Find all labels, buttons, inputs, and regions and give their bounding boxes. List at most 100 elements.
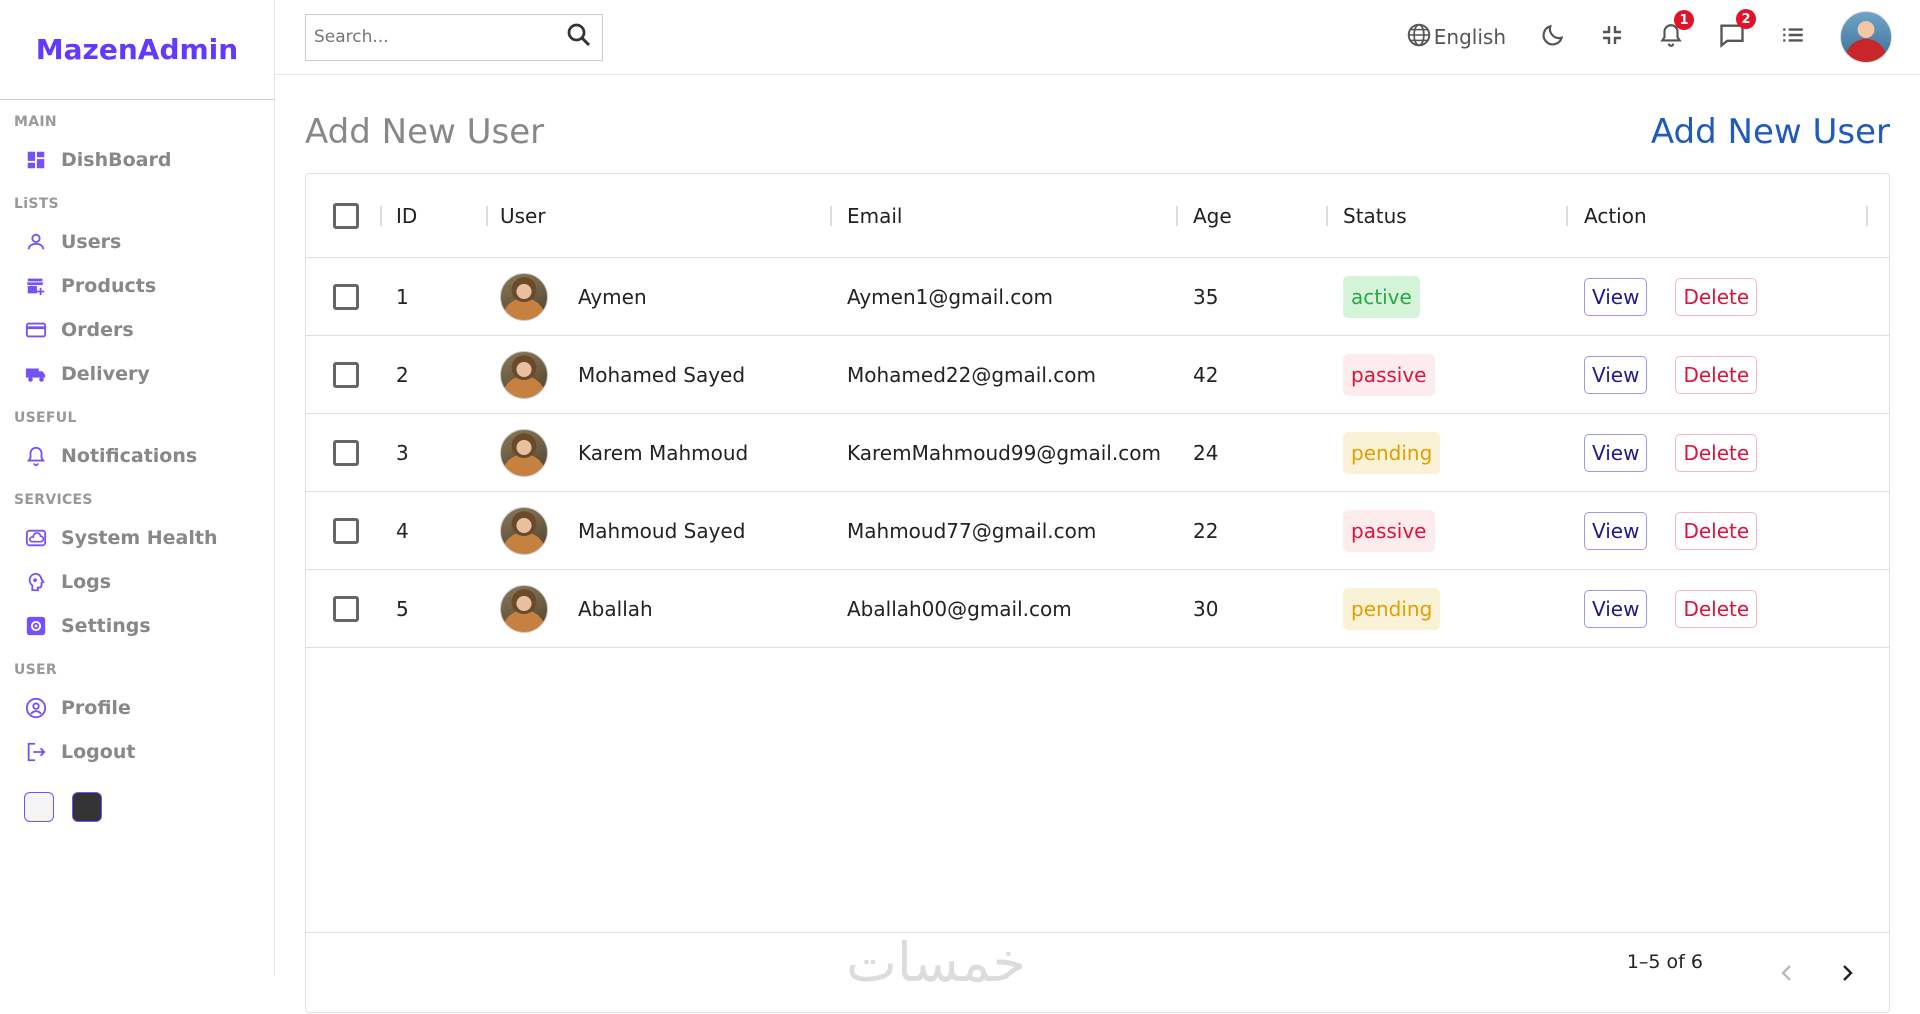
user-name: Mahmoud Sayed <box>578 518 746 543</box>
delete-button[interactable]: Delete <box>1675 511 1758 550</box>
dashboard-icon <box>25 149 47 171</box>
column-separator[interactable] <box>830 206 832 226</box>
add-new-user-link[interactable]: Add New User <box>1651 112 1890 152</box>
view-button[interactable]: View <box>1584 355 1648 394</box>
sidebar-item-label: DishBoard <box>61 149 172 171</box>
watermark: خمسات <box>846 931 1027 994</box>
cell-age: 24 <box>1193 440 1219 465</box>
sidebar-item-label: Products <box>61 275 157 297</box>
cell-action: View Delete <box>1570 355 1870 394</box>
search-box <box>305 13 603 61</box>
cell-user: Karem Mahmoud <box>488 428 834 477</box>
cell-email: Mohamed22@gmail.com <box>847 362 1096 387</box>
column-header-email[interactable]: Email <box>834 204 1180 228</box>
language-label: English <box>1433 25 1506 49</box>
sidebar-section-lists: LiSTS Users Products Orders Delivery <box>0 196 274 396</box>
section-title: SERVICES <box>14 492 93 508</box>
list-menu-button[interactable] <box>1780 22 1806 52</box>
search-icon[interactable] <box>564 20 594 54</box>
language-selector[interactable]: English <box>1406 22 1506 52</box>
view-button[interactable]: View <box>1584 277 1648 316</box>
table-row[interactable]: 5 Aballah Aballah00@gmail.com 30 pending… <box>306 570 1889 648</box>
sidebar-item-settings[interactable]: Settings <box>14 604 274 648</box>
delete-button[interactable]: Delete <box>1675 277 1758 316</box>
column-header-user[interactable]: User <box>488 204 834 228</box>
notifications-button[interactable]: 1 <box>1658 10 1694 52</box>
next-page-button[interactable] <box>1827 953 1867 993</box>
column-separator[interactable] <box>1176 206 1178 226</box>
column-header-status[interactable]: Status <box>1330 204 1570 228</box>
sidebar-item-label: Profile <box>61 697 131 719</box>
column-header-age[interactable]: Age <box>1180 204 1330 228</box>
dark-mode-toggle[interactable] <box>1540 22 1566 52</box>
table-row[interactable]: 4 Mahmoud Sayed Mahmoud77@gmail.com 22 p… <box>306 492 1889 570</box>
moon-icon <box>1540 22 1566 52</box>
status-badge: pending <box>1343 431 1441 474</box>
column-separator[interactable] <box>486 206 488 226</box>
dark-theme-button[interactable] <box>72 792 102 822</box>
row-checkbox[interactable] <box>333 517 359 544</box>
sidebar-item-delivery[interactable]: Delivery <box>14 352 274 396</box>
row-checkbox[interactable] <box>333 439 359 466</box>
logout-icon <box>25 741 47 763</box>
column-separator[interactable] <box>380 206 382 226</box>
sidebar: MazenAdmin MAIN DishBoard LiSTS Users Pr… <box>0 0 275 975</box>
sidebar-item-system-health[interactable]: System Health <box>14 516 274 560</box>
sidebar-item-label: Delivery <box>61 363 150 385</box>
sidebar-item-label: Users <box>61 231 122 253</box>
cell-action: View Delete <box>1570 433 1870 472</box>
column-header-action[interactable]: Action <box>1570 204 1870 228</box>
sidebar-item-users[interactable]: Users <box>14 220 274 264</box>
sidebar-item-profile[interactable]: Profile <box>14 686 274 730</box>
sidebar-item-logout[interactable]: Logout <box>14 730 274 774</box>
sidebar-item-products[interactable]: Products <box>14 264 274 308</box>
light-theme-button[interactable] <box>24 792 54 822</box>
cell-user: Mahmoud Sayed <box>488 506 834 555</box>
previous-page-button[interactable] <box>1767 953 1807 993</box>
column-header-id[interactable]: ID <box>378 204 488 228</box>
delete-button[interactable]: Delete <box>1675 589 1758 628</box>
section-title: LiSTS <box>14 196 59 212</box>
content: Add New User Add New User ID User Email … <box>275 75 1920 1013</box>
chevron-left-icon <box>1781 964 1791 981</box>
column-separator[interactable] <box>1566 206 1568 226</box>
cell-action: View Delete <box>1570 589 1870 628</box>
delete-button[interactable]: Delete <box>1675 355 1758 394</box>
cell-status: passive <box>1330 509 1570 552</box>
column-separator[interactable] <box>1866 206 1868 226</box>
theme-switcher <box>0 780 274 822</box>
row-checkbox[interactable] <box>333 283 359 310</box>
cloud-icon <box>25 527 47 549</box>
column-separator[interactable] <box>1326 206 1328 226</box>
row-checkbox[interactable] <box>333 361 359 388</box>
fullscreen-exit-button[interactable] <box>1600 23 1624 51</box>
table-row[interactable]: 1 Aymen Aymen1@gmail.com 35 active View D… <box>306 258 1889 336</box>
status-badge: active <box>1343 275 1420 318</box>
view-button[interactable]: View <box>1584 511 1648 550</box>
sidebar-item-label: Notifications <box>61 445 198 467</box>
section-title: USEFUL <box>14 410 77 426</box>
table-row[interactable]: 2 Mohamed Sayed Mohamed22@gmail.com 42 p… <box>306 336 1889 414</box>
user-avatar[interactable] <box>1840 11 1892 63</box>
table-row[interactable]: 3 Karem Mahmoud KaremMahmoud99@gmail.com… <box>306 414 1889 492</box>
sidebar-item-notifications[interactable]: Notifications <box>14 434 274 478</box>
store-icon <box>25 275 47 297</box>
message-count-badge: 2 <box>1736 9 1756 29</box>
user-name: Mohamed Sayed <box>578 362 746 387</box>
row-checkbox[interactable] <box>333 595 359 622</box>
sidebar-item-orders[interactable]: Orders <box>14 308 274 352</box>
search-input[interactable] <box>314 27 564 47</box>
view-button[interactable]: View <box>1584 433 1648 472</box>
select-all-checkbox[interactable] <box>333 202 359 229</box>
logo[interactable]: MazenAdmin <box>36 33 238 66</box>
sidebar-item-dashboard[interactable]: DishBoard <box>14 138 274 182</box>
table-header: ID User Email Age Status Action <box>306 174 1889 258</box>
view-button[interactable]: View <box>1584 589 1648 628</box>
cell-user: Aymen <box>488 272 834 321</box>
cell-user: Mohamed Sayed <box>488 350 834 399</box>
cell-id: 5 <box>396 596 409 621</box>
messages-button[interactable]: 2 <box>1718 9 1756 53</box>
sidebar-item-logs[interactable]: Logs <box>14 560 274 604</box>
delete-button[interactable]: Delete <box>1675 433 1758 472</box>
row-select-cell <box>306 517 378 544</box>
